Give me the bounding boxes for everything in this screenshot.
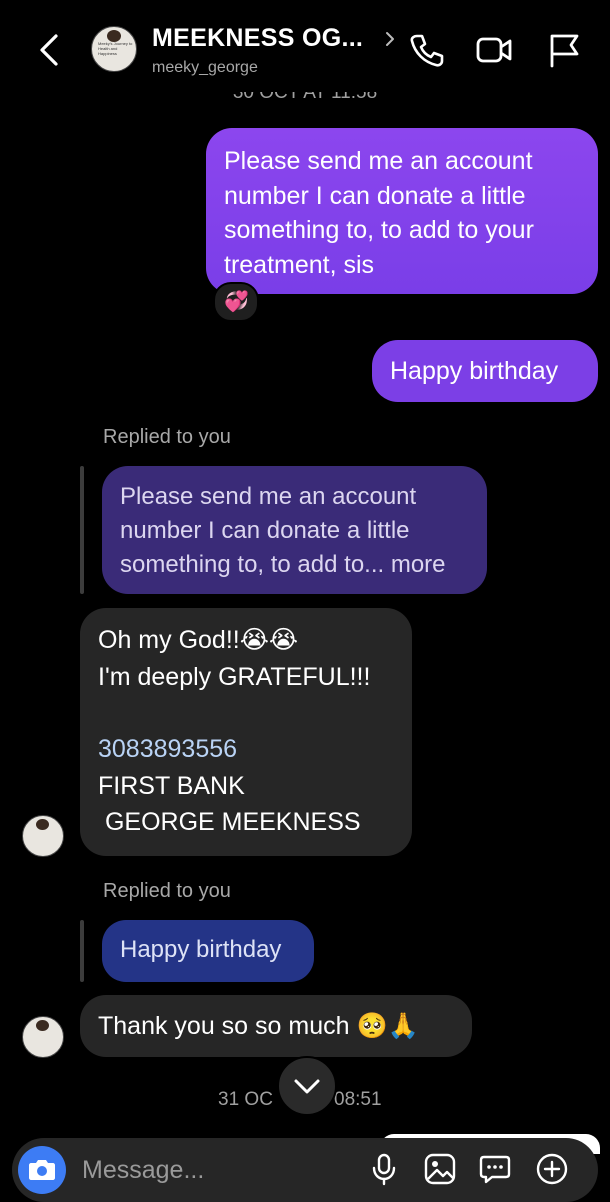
message-line: GEORGE MEEKNESS bbox=[98, 808, 361, 836]
quoted-message[interactable]: Happy birthday bbox=[102, 920, 314, 982]
message-line: I'm deeply GRATEFUL!!! bbox=[98, 662, 371, 691]
avatar-photo bbox=[36, 819, 49, 830]
quote-bar bbox=[80, 920, 84, 982]
timestamp-bottom-date: 31 OC bbox=[218, 1089, 273, 1110]
back-icon bbox=[40, 34, 58, 66]
contact-name[interactable]: MEEKNESS OG... bbox=[152, 24, 363, 53]
sender-avatar[interactable] bbox=[22, 1016, 64, 1058]
account-number-link[interactable]: 3083893556 bbox=[98, 731, 394, 768]
reaction-emoji: 💞 bbox=[224, 291, 249, 313]
avatar-caption: Meeky's Journey to Health and Happiness bbox=[98, 41, 133, 56]
message-line: Oh my God!!😭😭 bbox=[98, 626, 299, 654]
message-text: Please send me an account number I can d… bbox=[224, 147, 534, 279]
avatar-photo bbox=[36, 1020, 49, 1031]
phone-icon[interactable] bbox=[406, 30, 446, 70]
replied-label: Replied to you bbox=[103, 880, 231, 902]
gallery-icon[interactable] bbox=[423, 1152, 457, 1186]
reaction-badge[interactable]: 💞 bbox=[213, 282, 259, 322]
chevron-right-icon[interactable] bbox=[383, 30, 397, 48]
back-button[interactable] bbox=[30, 28, 70, 72]
outgoing-message[interactable]: Please send me an account number I can d… bbox=[206, 128, 598, 294]
sticker-icon[interactable] bbox=[478, 1152, 512, 1186]
quoted-text: Please send me an account number I can d… bbox=[120, 483, 446, 578]
camera-icon bbox=[29, 1160, 55, 1180]
contact-avatar[interactable]: Meeky's Journey to Health and Happiness bbox=[91, 26, 137, 72]
replied-label: Replied to you bbox=[103, 426, 231, 448]
message-text: Happy birthday bbox=[390, 357, 559, 385]
flag-icon[interactable] bbox=[544, 30, 584, 70]
message-text: Thank you so so much 🥺🙏 bbox=[98, 1012, 419, 1040]
message-input[interactable]: Message... bbox=[82, 1156, 204, 1185]
outgoing-message[interactable]: Happy birthday bbox=[372, 340, 598, 402]
quoted-text: Happy birthday bbox=[120, 936, 282, 963]
incoming-message[interactable]: Thank you so so much 🥺🙏 bbox=[80, 995, 472, 1057]
sender-avatar[interactable] bbox=[22, 815, 64, 857]
plus-icon[interactable] bbox=[535, 1152, 569, 1186]
chevron-down-icon bbox=[294, 1079, 320, 1094]
camera-button[interactable] bbox=[18, 1146, 66, 1194]
contact-username: meeky_george bbox=[152, 59, 258, 76]
quoted-message[interactable]: Please send me an account number I can d… bbox=[102, 466, 487, 594]
timestamp-bottom-time: 08:51 bbox=[334, 1089, 382, 1110]
scroll-to-bottom-button[interactable] bbox=[277, 1056, 337, 1116]
video-icon[interactable] bbox=[474, 30, 514, 70]
quote-bar bbox=[80, 466, 84, 594]
chat-header: Meeky's Journey to Health and Happiness … bbox=[0, 0, 610, 92]
message-line: FIRST BANK bbox=[98, 771, 245, 800]
incoming-message[interactable]: Oh my God!!😭😭 I'm deeply GRATEFUL!!! 308… bbox=[80, 608, 412, 856]
microphone-icon[interactable] bbox=[367, 1152, 401, 1186]
